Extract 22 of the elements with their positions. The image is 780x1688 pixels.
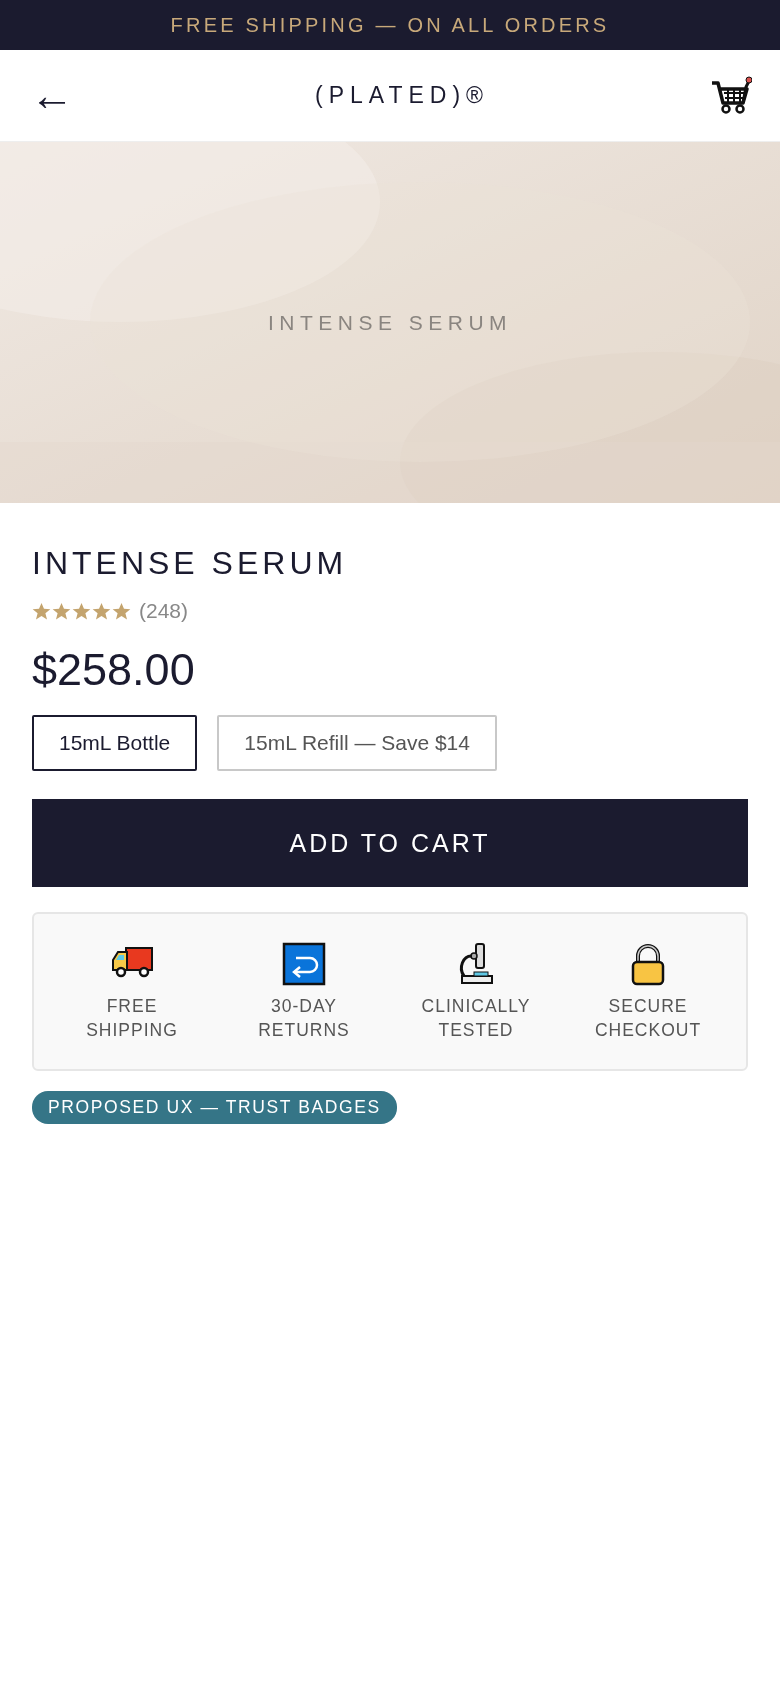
badge-label: FREE SHIPPING — [85, 994, 179, 1042]
proposal-tag: PROPOSED UX — TRUST BADGES — [32, 1091, 397, 1124]
badge-label: CLINICALLY TESTED — [420, 994, 532, 1042]
review-count[interactable]: (248) — [139, 599, 189, 623]
cart-icon — [710, 74, 752, 117]
announcement-text: FREE SHIPPING — ON ALL ORDERS — [170, 13, 610, 37]
star-icon — [72, 601, 91, 621]
size-option[interactable]: 15mL Bottle — [32, 715, 198, 771]
star-icon — [52, 601, 71, 621]
cart-button[interactable] — [710, 74, 752, 117]
star-icon — [112, 601, 131, 621]
price: $258.00 — [32, 643, 196, 697]
badge-label: SECURE CHECKOUT — [593, 994, 703, 1042]
hero-caption: INTENSE SERUM — [267, 310, 513, 335]
logo[interactable]: (PLATED)® — [315, 82, 489, 109]
product-title: INTENSE SERUM — [32, 544, 349, 583]
star-icon — [32, 601, 51, 621]
back-button[interactable]: ← — [30, 73, 74, 118]
star-icon — [92, 601, 111, 621]
size-option[interactable]: 15mL Refill — Save $14 — [217, 715, 497, 771]
add-to-cart-button[interactable]: ADD TO CART — [32, 799, 748, 887]
badge-label: 30-DAY RETURNS — [257, 994, 351, 1042]
